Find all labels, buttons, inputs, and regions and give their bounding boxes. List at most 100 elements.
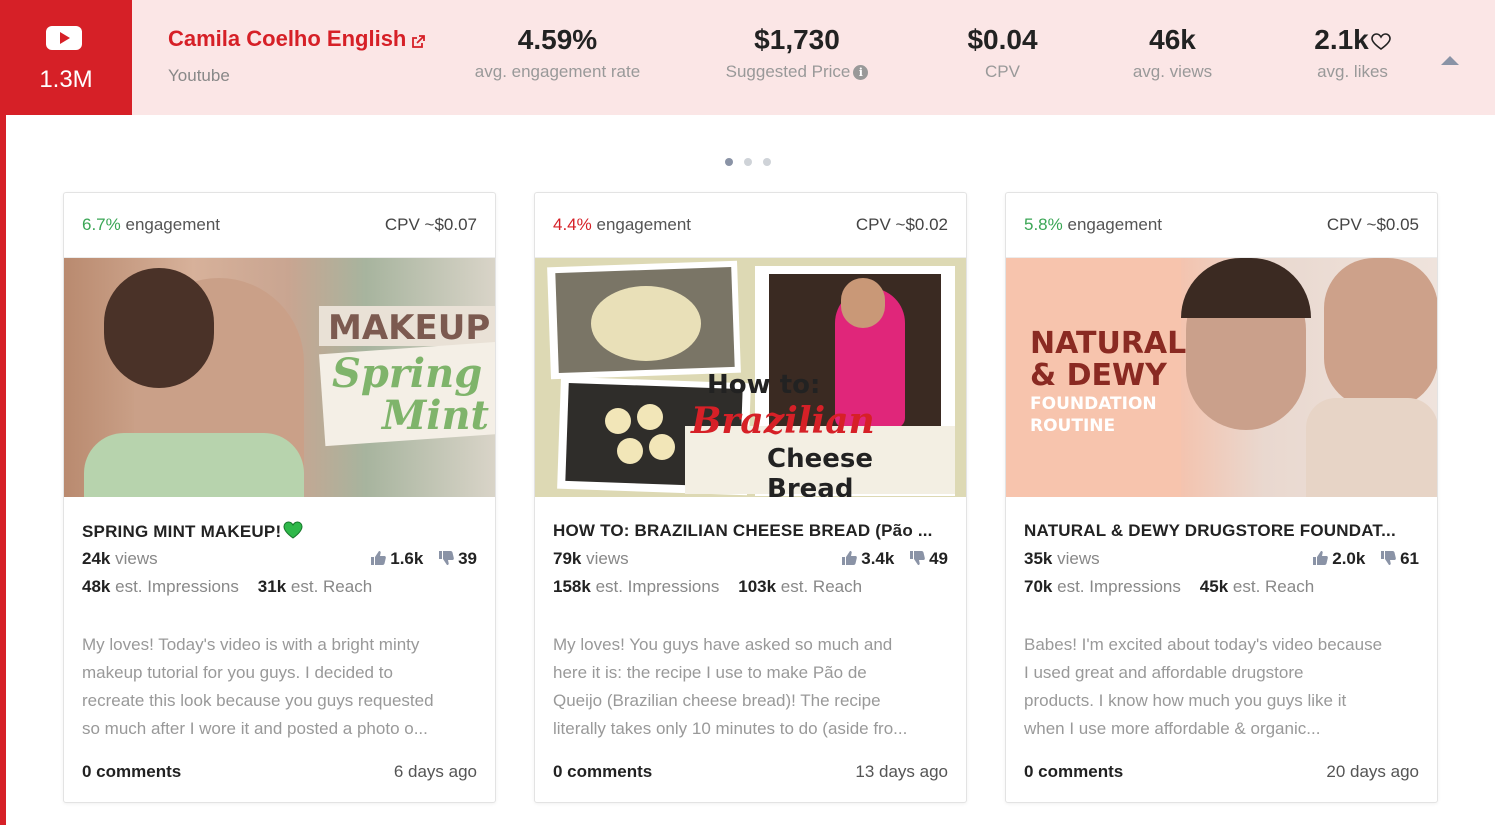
info-icon[interactable]: i <box>853 65 869 80</box>
engagement-percent: 6.7% <box>82 215 121 234</box>
carousel-dot[interactable] <box>725 158 733 166</box>
influencer-header: 1.3M Camila Coelho English Youtube 4.59%… <box>0 0 1495 115</box>
posted-time: 20 days ago <box>1326 762 1419 781</box>
video-description: My loves! Today's video is with a bright… <box>82 631 482 743</box>
video-description: Babes! I'm excited about today's video b… <box>1024 631 1424 743</box>
thumbnail-text: NATURAL <box>1030 326 1187 361</box>
video-thumbnail[interactable]: How to: Brazilian Cheese Bread <box>535 258 966 497</box>
views-label: views <box>586 549 629 568</box>
cheese-ball <box>617 438 643 464</box>
stat-cpv: $0.04 CPV <box>950 24 1055 82</box>
posted-time: 13 days ago <box>855 762 948 781</box>
carousel-dot[interactable] <box>763 158 771 166</box>
impressions-value: 158k <box>553 577 591 596</box>
thumbnail-text: How to: <box>707 370 821 400</box>
reactions: 3.4k 49 <box>841 549 948 569</box>
stat-value: $0.04 <box>967 24 1038 55</box>
card-header: 6.7% engagement CPV ~$0.07 <box>64 193 495 258</box>
description-line: makeup tutorial for you guys. I decided … <box>82 663 393 682</box>
description-line: recreate this look because you guys requ… <box>82 691 434 710</box>
video-card[interactable]: 6.7% engagement CPV ~$0.07 MAKEUP Spring… <box>63 192 496 803</box>
reactions: 2.0k 61 <box>1312 549 1419 569</box>
video-title[interactable]: HOW TO: BRAZILIAN CHEESE BREAD (Pão ... <box>553 521 953 541</box>
thumbnail-text: MAKEUP <box>328 308 491 348</box>
impressions-label: est. Impressions <box>1057 577 1181 596</box>
reach-label: est. Reach <box>1232 577 1315 596</box>
thumbs-up-icon <box>842 551 858 565</box>
comment-count: 0 comments <box>1024 762 1124 781</box>
thumbnail-text: & DEWY <box>1030 358 1167 393</box>
thumbnail-text: ROUTINE <box>1030 416 1116 436</box>
stat-engagement-rate: 4.59% avg. engagement rate <box>465 24 650 82</box>
stat-avg-likes: 2.1k avg. likes <box>1295 24 1410 82</box>
description-line: Babes! I'm excited about today's video b… <box>1024 635 1383 654</box>
face-shape <box>1324 258 1437 408</box>
impressions-label: est. Impressions <box>595 577 720 596</box>
hair-shape <box>1181 258 1311 318</box>
carousel-dots <box>725 153 782 171</box>
estimates: 158k est. Impressions 103k est. Reach <box>553 577 862 597</box>
stat-value: 4.59% <box>517 24 598 55</box>
thumbnail-text: Cheese Bread <box>767 444 873 497</box>
video-thumbnail[interactable]: NATURAL & DEWY FOUNDATION ROUTINE <box>1006 258 1437 497</box>
views-value: 79k <box>553 549 582 568</box>
likes-count: 1.6k <box>390 549 424 568</box>
estimates: 70k est. Impressions 45k est. Reach <box>1024 577 1314 597</box>
stat-label: avg. engagement rate <box>474 62 641 81</box>
video-card[interactable]: 5.8% engagement CPV ~$0.05 NATURAL & DEW… <box>1005 192 1438 803</box>
video-title-text: SPRING MINT MAKEUP! <box>82 522 282 541</box>
reach-value: 31k <box>257 577 287 596</box>
comment-count: 0 comments <box>553 762 653 781</box>
impressions-label: est. Impressions <box>115 577 239 596</box>
carousel-dot[interactable] <box>744 158 752 166</box>
cheese-ball <box>605 408 631 434</box>
video-title[interactable]: SPRING MINT MAKEUP! <box>82 521 482 542</box>
video-thumbnail[interactable]: MAKEUP Spring Mint <box>64 258 495 497</box>
green-heart-icon <box>283 521 303 539</box>
cheese-ball <box>637 404 663 430</box>
view-count: 79k views <box>553 549 629 569</box>
thumbnail-text: Brazilian <box>691 400 875 442</box>
impressions-value: 70k <box>1024 577 1053 596</box>
view-count: 35k views <box>1024 549 1100 569</box>
reach-value: 103k <box>738 577 777 596</box>
channel-name-link[interactable]: Camila Coelho English <box>168 26 406 52</box>
description-line: when I use more affordable & organic... <box>1024 719 1321 738</box>
platform-label: Youtube <box>168 66 230 85</box>
reactions: 1.6k 39 <box>370 549 477 569</box>
dislikes-count: 39 <box>458 549 477 568</box>
dough-shape <box>591 286 701 361</box>
likes-count: 3.4k <box>861 549 895 568</box>
description-line: I used great and affordable drugstore <box>1024 663 1304 682</box>
thumbs-down-icon <box>439 551 454 565</box>
stat-value-text: 2.1k <box>1314 24 1369 55</box>
dislikes-count: 49 <box>929 549 948 568</box>
engagement-percent: 4.4% <box>553 215 592 234</box>
engagement-label: engagement <box>596 215 692 234</box>
hair-shape <box>104 268 214 388</box>
description-line: literally takes only 10 minutes to do (a… <box>553 719 908 738</box>
thumbnail-text: FOUNDATION <box>1030 394 1157 414</box>
thumbs-down-icon <box>1381 551 1396 565</box>
views-value: 24k <box>82 549 111 568</box>
stat-value: 2.1k <box>1295 24 1410 56</box>
stat-label: CPV <box>985 62 1020 81</box>
impressions-value: 48k <box>82 577 111 596</box>
collapse-chevron-icon[interactable] <box>1441 56 1459 65</box>
posted-time: 6 days ago <box>393 762 477 781</box>
views-label: views <box>1057 549 1100 568</box>
stat-label: Suggested Price i <box>712 62 882 82</box>
card-cpv: CPV ~$0.02 <box>855 215 948 234</box>
heart-icon <box>1370 32 1391 50</box>
youtube-badge: 1.3M <box>0 0 132 115</box>
video-card[interactable]: 4.4% engagement CPV ~$0.02 How to: Brazi… <box>534 192 967 803</box>
subscriber-count: 1.3M <box>39 66 93 93</box>
stat-label: avg. views <box>1132 62 1213 81</box>
external-link-icon[interactable] <box>410 34 426 50</box>
reach-label: est. Reach <box>290 577 373 596</box>
cheese-ball <box>649 434 675 460</box>
engagement: 4.4% engagement <box>553 215 691 235</box>
video-title[interactable]: NATURAL & DEWY DRUGSTORE FOUNDAT... <box>1024 521 1424 541</box>
thumbs-down-icon <box>910 551 925 565</box>
stat-avg-views: 46k avg. views <box>1120 24 1225 82</box>
